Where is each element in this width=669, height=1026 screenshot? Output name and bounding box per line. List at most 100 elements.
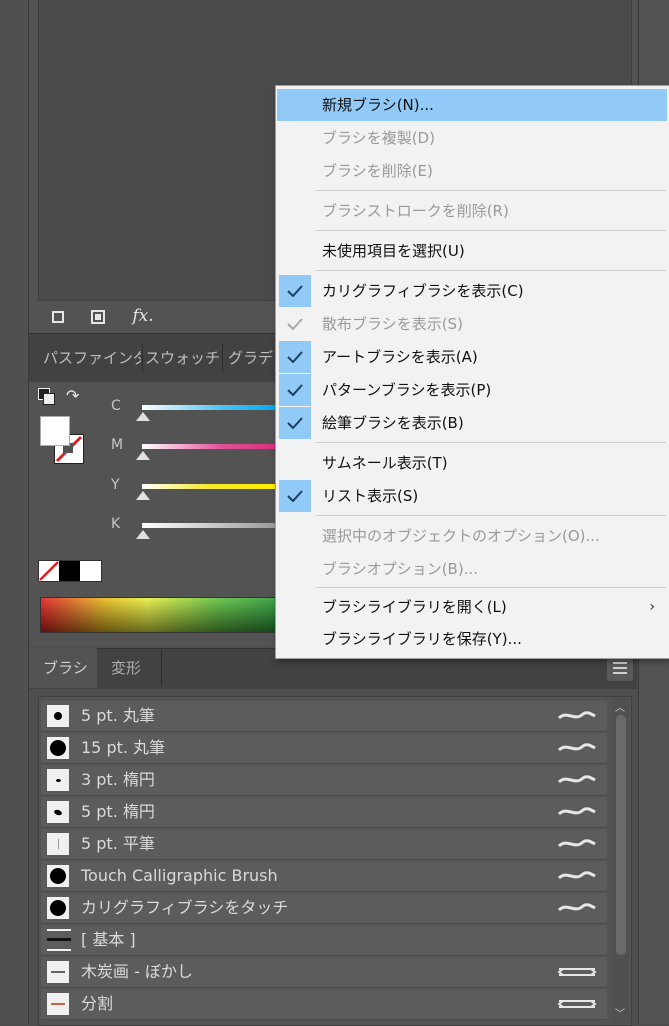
check-icon [279,407,311,439]
brush-row[interactable]: 15 pt. 丸筆 [41,733,607,764]
brush-name: 3 pt. 楕円 [81,770,155,789]
menu-item-duplicate-brush[interactable]: ブラシを複製(D) [277,122,667,154]
menu-item-list-view[interactable]: リスト表示(S) [277,480,667,512]
black-slider-thumb[interactable] [136,530,150,539]
chevron-right-icon: › [649,599,655,615]
ellipse-small-icon [47,769,69,791]
check-icon [279,480,311,512]
add-new-stroke-button[interactable] [47,306,69,328]
tab-transform[interactable]: 変形 [111,648,141,688]
slider-label-c: C [111,398,121,414]
calligraphic-icon [557,743,596,752]
brush-list: 5 pt. 丸筆 15 pt. 丸筆 3 pt. 楕円 5 pt. 楕円 5 p… [38,696,632,1026]
calligraphic-icon [557,775,596,784]
add-new-effect-button[interactable]: fx. [128,305,158,327]
art-brush-icon [557,1000,597,1008]
chevron-down-icon[interactable]: ﹀ [615,1005,625,1020]
black-swatch[interactable] [59,561,80,581]
slider-label-m: M [111,437,124,453]
menu-separator [316,515,666,516]
color-spectrum[interactable] [40,597,278,633]
charcoal-icon [47,961,69,983]
menu-item-show-bristle[interactable]: 絵筆ブラシを表示(B) [277,407,667,439]
menu-separator [316,442,666,443]
tab-brushes[interactable]: ブラシ [43,648,88,688]
default-colors-icon[interactable] [38,388,55,405]
yellow-slider-thumb[interactable] [136,491,150,500]
menu-item-brush-options[interactable]: ブラシオプション(B)... [277,553,667,585]
menu-item-save-brush-library[interactable]: ブラシライブラリを保存(Y)... [277,623,667,655]
check-icon [279,308,311,340]
tab-divider [142,344,143,372]
cyan-slider-thumb[interactable] [136,412,150,421]
brush-name: 木炭画 - ぼかし [81,962,193,981]
calligraphic-icon [557,839,596,848]
calligraphic-icon [557,807,596,816]
tab-pathfinder[interactable]: パスファインダ [43,334,141,382]
menu-item-open-brush-library[interactable]: ブラシライブラリを開く(L) › [277,591,667,623]
brush-row[interactable]: 5 pt. 丸筆 [41,701,607,732]
menu-separator [316,190,666,191]
tab-gradient[interactable]: グラデ [228,334,278,382]
slider-label-y: Y [111,477,120,493]
menu-item-options-of-selected[interactable]: 選択中のオブジェクトのオプション(O)... [277,520,667,552]
add-new-fill-button[interactable] [87,306,109,328]
menu-separator [316,270,666,271]
check-icon [279,275,311,307]
brush-row[interactable]: 5 pt. 楕円 [41,797,607,828]
magenta-slider-thumb[interactable] [136,451,150,460]
menu-separator [316,230,666,231]
menu-item-show-scatter[interactable]: 散布ブラシを表示(S) [277,308,667,340]
quick-swatches [38,560,102,582]
menu-separator [316,587,666,588]
art-brush-icon [557,968,597,976]
square-filled-icon [91,310,105,324]
scrollbar-thumb[interactable] [616,715,626,955]
calligraphic-icon [557,903,596,912]
cyan-slider-track[interactable] [142,405,275,410]
square-outline-icon [52,311,64,323]
calligraphic-icon [557,711,596,720]
menu-item-new-brush[interactable]: 新規ブラシ(N)... [277,89,667,121]
fill-white-swatch[interactable] [40,416,70,446]
chevron-up-icon[interactable]: ︿ [615,699,625,714]
dot-large-icon [47,737,69,759]
dot-large-icon [47,865,69,887]
brush-name: 5 pt. 平筆 [81,834,155,853]
fx-icon: fx. [132,306,154,326]
none-swatch[interactable] [39,561,59,581]
brush-row[interactable]: カリグラフィブラシをタッチ [41,893,607,924]
menu-item-remove-brush-stroke[interactable]: ブラシストロークを削除(R) [277,195,667,227]
dot-large-icon [47,897,69,919]
menu-item-show-calligraphic[interactable]: カリグラフィブラシを表示(C) [277,275,667,307]
brush-name: カリグラフィブラシをタッチ [81,898,289,917]
yellow-slider-track[interactable] [142,484,275,489]
calligraphic-icon [557,871,596,880]
white-swatch[interactable] [80,561,101,581]
fill-stroke-indicator[interactable] [40,416,84,464]
brush-list-scrollbar[interactable]: ︿ ﹀ [613,697,629,1023]
brush-row[interactable]: 3 pt. 楕円 [41,765,607,796]
brush-name: 分割 [81,994,114,1013]
flat-brush-icon [47,833,69,855]
swap-colors-icon[interactable]: ↷ [66,386,79,405]
menu-item-show-art[interactable]: アートブラシを表示(A) [277,341,667,373]
left-dock-strip [0,0,29,1024]
black-slider-track[interactable] [142,523,275,528]
brush-name: 5 pt. 丸筆 [81,706,155,725]
brush-row[interactable]: Touch Calligraphic Brush [41,861,607,892]
ellipse-medium-icon [47,801,69,823]
check-icon [279,341,311,373]
menu-item-show-pattern[interactable]: パターンブラシを表示(P) [277,374,667,406]
brush-row[interactable]: 木炭画 - ぼかし [41,957,607,988]
tab-swatches[interactable]: スウォッチ [145,334,225,382]
brush-row[interactable]: [ 基本 ] [41,925,607,956]
slider-label-k: K [111,516,121,532]
brush-row[interactable]: 分割 [41,989,607,1020]
brush-row[interactable]: 5 pt. 平筆 [41,829,607,860]
menu-item-select-all-unused[interactable]: 未使用項目を選択(U) [277,235,667,267]
menu-item-thumbnail-view[interactable]: サムネール表示(T) [277,447,667,479]
menu-item-delete-brush[interactable]: ブラシを削除(E) [277,155,667,187]
magenta-slider-track[interactable] [142,444,275,449]
basic-line-icon [47,929,71,951]
